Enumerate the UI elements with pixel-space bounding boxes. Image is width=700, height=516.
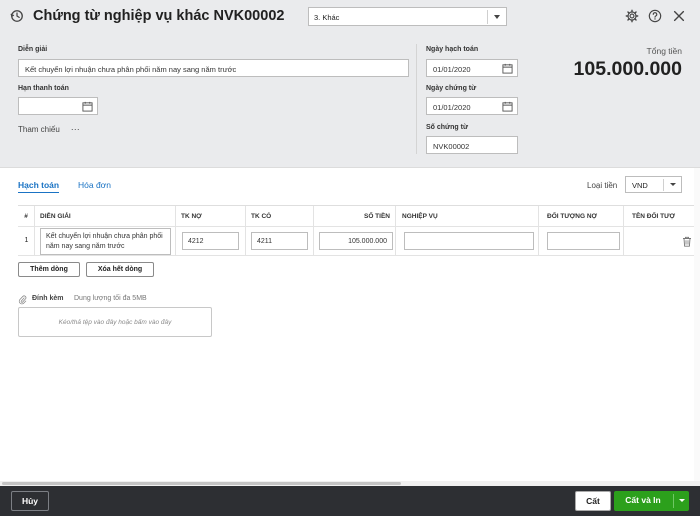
posting-date-value: 01/01/2020	[433, 65, 471, 74]
column-header-debit-object: ĐỐI TƯỢNG NỢ	[539, 206, 624, 227]
posting-date-input[interactable]: 01/01/2020	[426, 59, 518, 77]
currency-value: VND	[632, 181, 648, 190]
settings-icon[interactable]	[625, 9, 639, 23]
horizontal-scrollbar-thumb[interactable]	[2, 482, 401, 485]
credit-account-input[interactable]: 4211	[251, 232, 308, 250]
chevron-down-icon	[670, 183, 676, 186]
page-title: Chứng từ nghiệp vụ khác NVK00002	[33, 8, 285, 24]
due-date-input[interactable]	[18, 97, 98, 115]
debit-account-input[interactable]: 4212	[182, 232, 239, 250]
credit-account-cell: 4211	[246, 227, 314, 256]
debit-account-value: 4212	[188, 238, 204, 245]
accounting-grid: # DIỄN GIẢI TK NỢ TK CÓ SỐ TIỀN NGHIỆP V…	[18, 205, 700, 256]
tab-accounting[interactable]: Hạch toán	[18, 180, 60, 193]
save-button[interactable]: Cất	[575, 491, 611, 511]
posting-date-label: Ngày hạch toán	[426, 46, 479, 53]
paperclip-icon	[18, 295, 27, 305]
chevron-down-icon	[494, 15, 500, 19]
select-separator	[663, 179, 664, 191]
column-header-amount: SỐ TIỀN	[314, 206, 396, 227]
credit-account-value: 4211	[257, 238, 273, 245]
voucher-number-value: NVK00002	[433, 142, 470, 151]
amount-value: 105.000.000	[348, 238, 387, 245]
help-icon[interactable]	[648, 9, 662, 23]
column-header-debit-account: TK NỢ	[176, 206, 246, 227]
operation-cell	[396, 227, 539, 256]
debit-object-input[interactable]	[547, 232, 620, 250]
debit-account-cell: 4212	[176, 227, 246, 256]
chevron-down-icon[interactable]	[675, 491, 689, 511]
reference-label: Tham chiếu	[18, 125, 60, 134]
close-icon[interactable]	[672, 9, 686, 23]
operation-input[interactable]	[404, 232, 534, 250]
tab-invoice[interactable]: Hóa đơn	[78, 180, 111, 190]
row-description-input[interactable]: Kết chuyển lợi nhuận chưa phân phối năm …	[40, 228, 171, 255]
voucher-date-input[interactable]: 01/01/2020	[426, 97, 518, 115]
voucher-number-input[interactable]: NVK00002	[426, 136, 518, 154]
table-row: 1 4212 4211 105.000.000 Kết chuyển lợi n…	[18, 227, 700, 256]
amount-input[interactable]: 105.000.000	[319, 232, 393, 250]
column-header-operation: NGHIỆP VỤ	[396, 206, 539, 227]
currency-label: Loại tiền	[587, 181, 618, 190]
description-label: Diễn giải	[18, 46, 48, 53]
amount-cell: 105.000.000	[314, 227, 396, 256]
clear-all-rows-button[interactable]: Xóa hết dòng	[86, 262, 154, 277]
calendar-icon[interactable]	[82, 101, 93, 112]
save-and-print-button[interactable]: Cất và In	[614, 491, 689, 511]
voucher-type-value: 3. Khác	[314, 13, 340, 22]
row-index: 1	[24, 237, 29, 244]
history-icon[interactable]	[10, 9, 24, 23]
trash-icon[interactable]	[682, 236, 692, 247]
voucher-date-label: Ngày chứng từ	[426, 85, 477, 92]
currency-select[interactable]: VND	[625, 176, 682, 193]
reference-more-button[interactable]: ...	[71, 122, 80, 132]
save-and-print-label: Cất và In	[625, 495, 661, 505]
description-value: Kết chuyển lợi nhuận chưa phân phối năm …	[25, 65, 237, 74]
attachment-label: Đính kèm	[32, 295, 64, 302]
file-drop-zone[interactable]: Kéo/thả tệp vào đây hoặc bấm vào đây	[18, 307, 212, 337]
vertical-scrollbar[interactable]	[694, 168, 700, 481]
voucher-type-select[interactable]: 3. Khác	[308, 7, 507, 26]
column-header-credit-account: TK CÓ	[246, 206, 314, 227]
description-input[interactable]: Kết chuyển lợi nhuận chưa phân phối năm …	[18, 59, 409, 77]
select-separator	[487, 10, 488, 24]
debit-object-cell	[539, 227, 624, 256]
total-label: Tổng tiền	[646, 46, 682, 56]
cancel-button[interactable]: Hủy	[11, 491, 49, 511]
attachment-size-note: Dung lượng tối đa 5MB	[74, 295, 147, 302]
voucher-date-value: 01/01/2020	[433, 103, 471, 112]
row-description-value: Kết chuyển lợi nhuận chưa phân phối năm …	[46, 233, 163, 250]
calendar-icon[interactable]	[502, 101, 513, 112]
total-amount: 105.000.000	[573, 58, 682, 80]
row-index-cell: 1	[18, 227, 35, 256]
voucher-number-label: Số chứng từ	[426, 124, 469, 131]
form-divider	[416, 44, 417, 154]
column-header-object-name: TÊN ĐỐI TƯỢ	[632, 213, 676, 220]
grid-header-row: # DIỄN GIẢI TK NỢ TK CÓ SỐ TIỀN NGHIỆP V…	[18, 206, 700, 227]
calendar-icon[interactable]	[502, 63, 513, 74]
add-row-button[interactable]: Thêm dòng	[18, 262, 80, 277]
button-separator	[673, 494, 674, 508]
due-date-label: Hạn thanh toán	[18, 85, 69, 92]
column-header-index: #	[18, 206, 35, 227]
column-header-description: DIỄN GIẢI	[35, 206, 176, 227]
